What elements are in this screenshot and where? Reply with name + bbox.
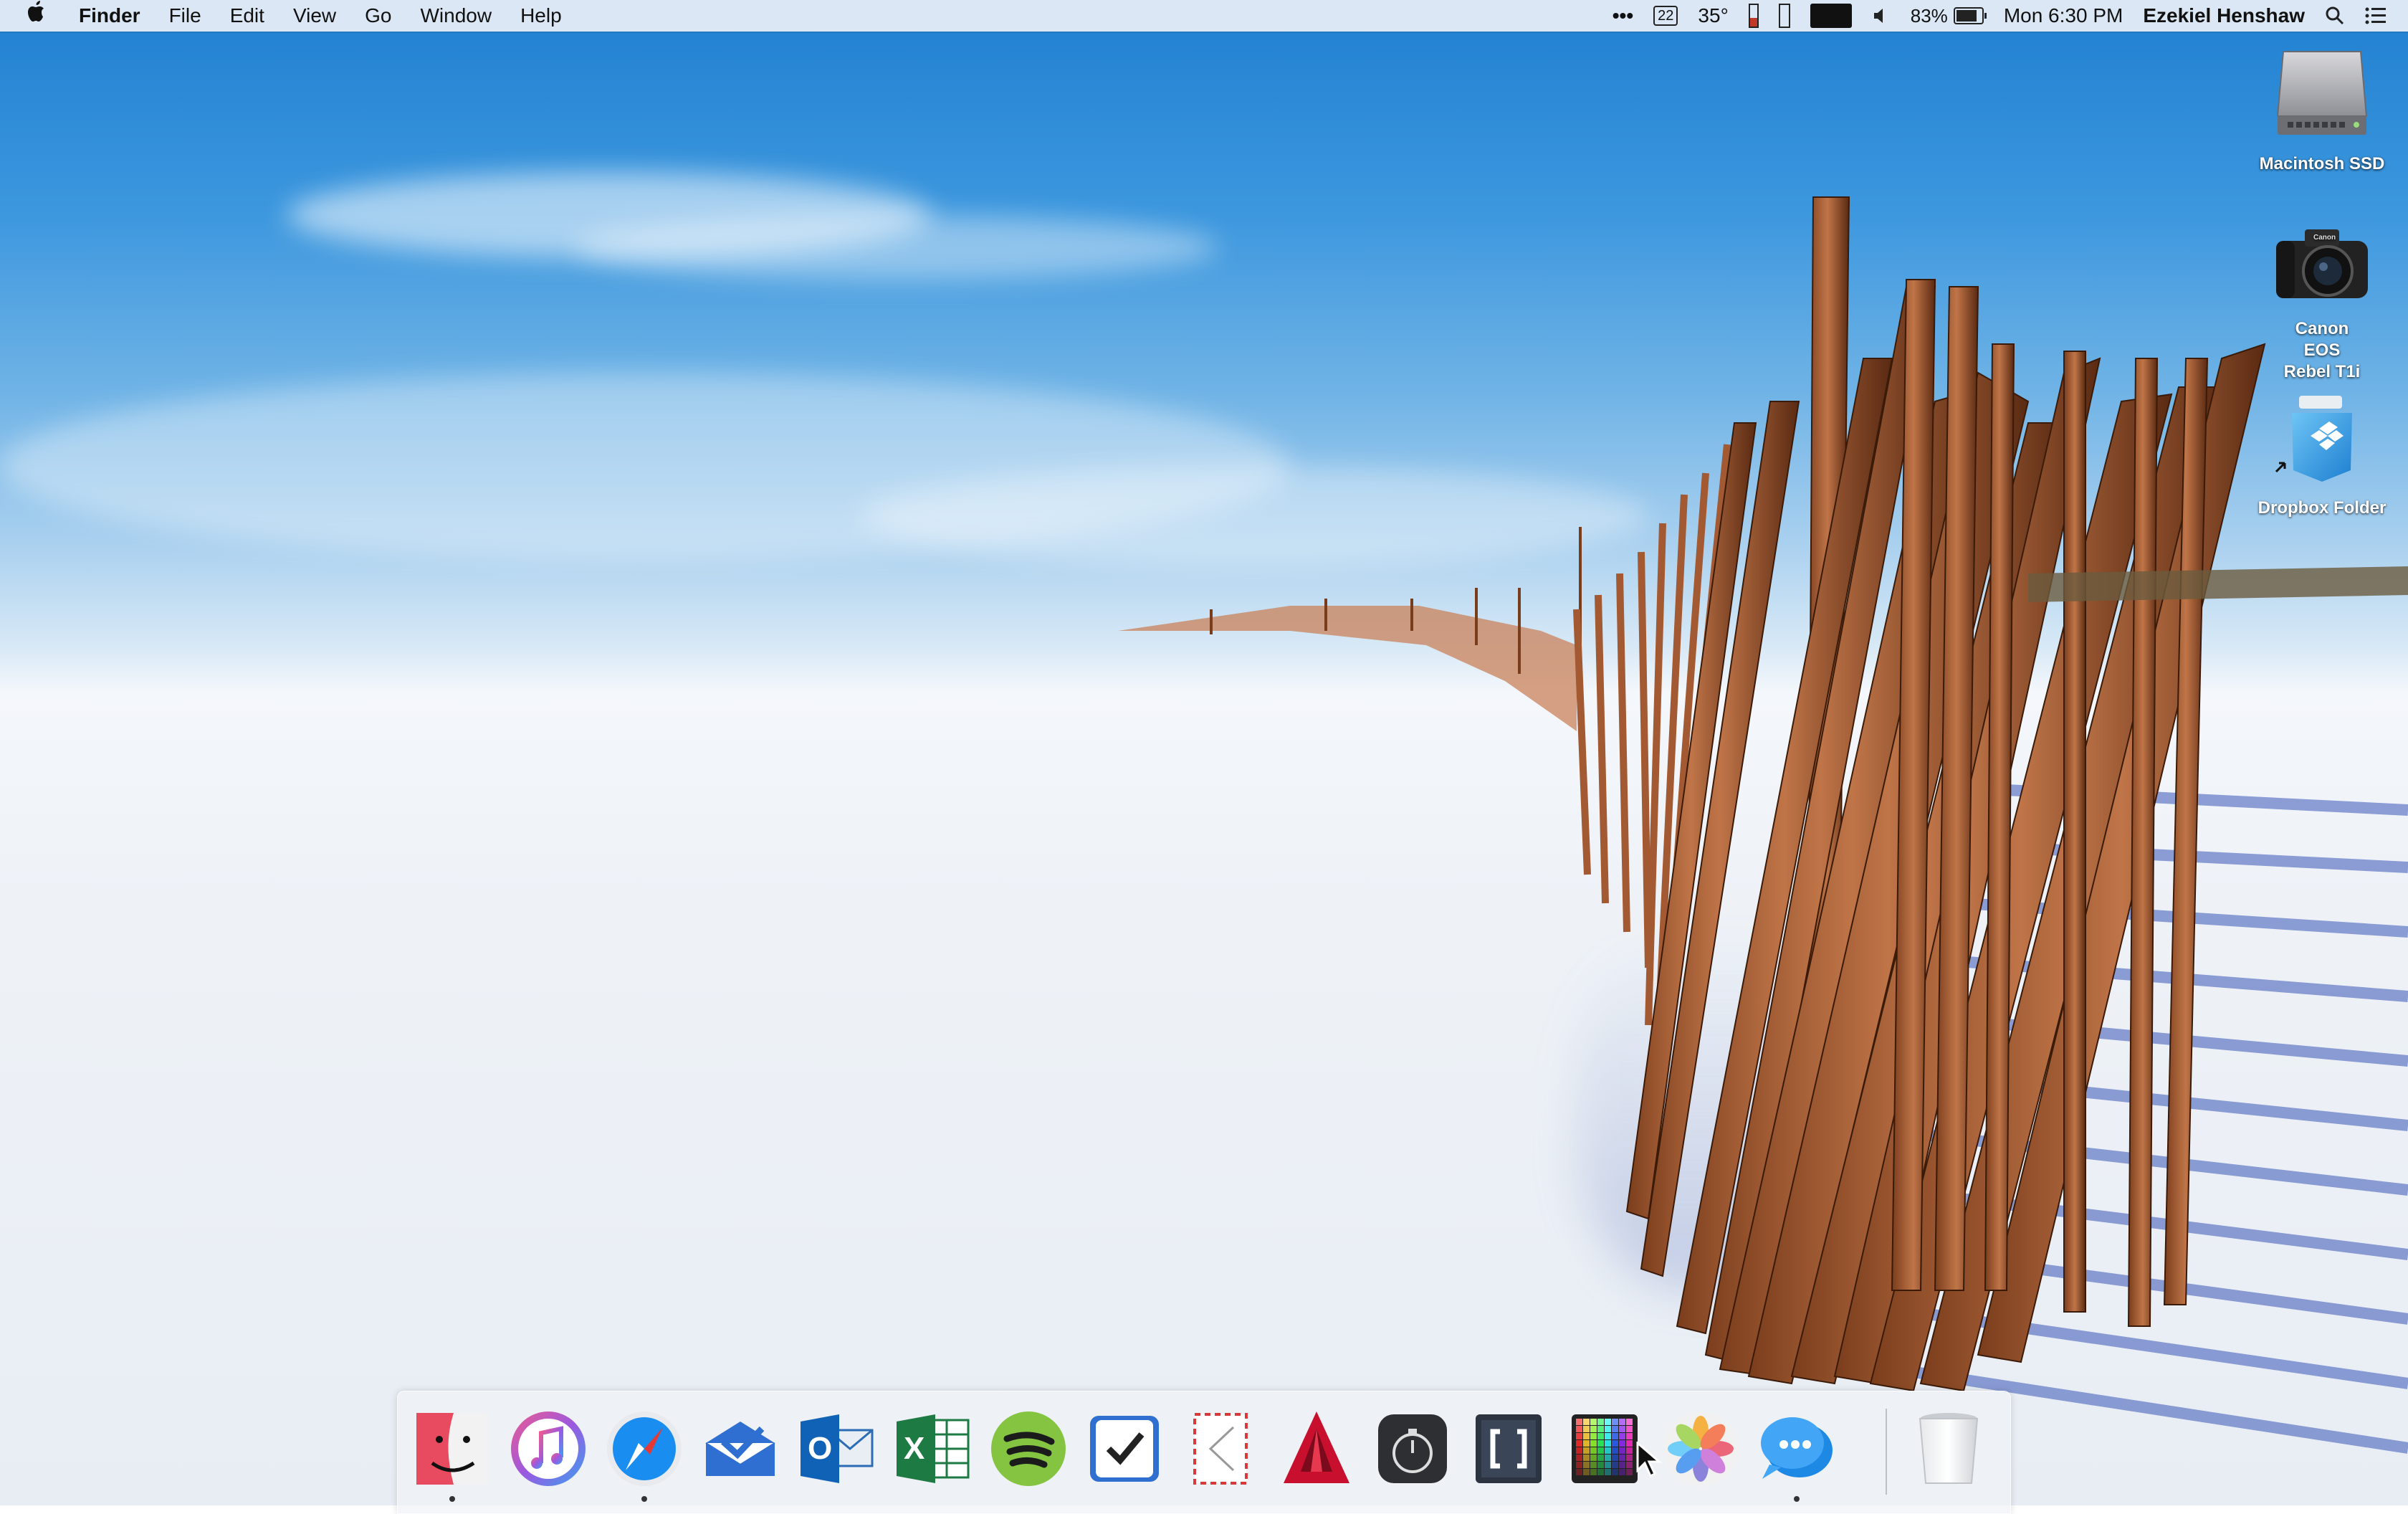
calendar-icon[interactable]: 22 <box>1643 0 1688 32</box>
weather-icon[interactable]: 35° <box>1688 0 1738 32</box>
itunes-icon[interactable] <box>507 1407 590 1490</box>
svg-text:O: O <box>808 1431 832 1466</box>
trash-icon[interactable] <box>1907 1407 1990 1490</box>
svg-text:Canon: Canon <box>2313 234 2336 242</box>
battery-percent: 83% <box>1910 4 1948 27</box>
menu-file[interactable]: File <box>155 0 216 32</box>
menu-bar: Finder File Edit View Go Window Help •••… <box>0 0 2408 32</box>
dropbox-alias-icon <box>2250 393 2394 490</box>
memory-icon[interactable] <box>1739 0 1769 32</box>
desktop-icon-canon-camera[interactable]: Canon Canon EOS Rebel T1i <box>2250 219 2394 383</box>
apple-logo-icon[interactable] <box>0 0 64 32</box>
checkmark-tasks-icon[interactable] <box>1083 1407 1166 1490</box>
snow-fence-illustration <box>1118 196 2408 1454</box>
clock[interactable]: Mon 6:30 PM <box>1994 0 2134 32</box>
desktop-icon-label: Dropbox Folder <box>2258 498 2386 518</box>
desktop-icon-label: Macintosh SSD <box>2259 154 2385 173</box>
desktop-wallpaper <box>0 0 2408 1505</box>
battery-icon[interactable]: 83% <box>1901 0 1994 32</box>
desktop-icon-label: Canon EOS Rebel T1i <box>2283 319 2361 381</box>
cpu-icon[interactable] <box>1769 0 1800 32</box>
safari-running-indicator <box>641 1496 647 1502</box>
weather-temperature: 35° <box>1698 4 1729 27</box>
mouse-cursor-icon <box>1636 1442 1662 1478</box>
camera-icon: Canon <box>2250 219 2394 311</box>
autocad-icon[interactable] <box>1275 1407 1358 1490</box>
volume-icon[interactable] <box>1862 0 1901 32</box>
messages-running-indicator <box>1794 1496 1800 1502</box>
menu-app-name[interactable]: Finder <box>64 0 155 32</box>
spotify-icon[interactable] <box>987 1407 1070 1490</box>
envelope-app-icon[interactable] <box>1179 1407 1262 1490</box>
mail-envelope-check-icon[interactable] <box>699 1407 782 1490</box>
activity-graph-icon[interactable] <box>1800 0 1862 32</box>
desktop-icon-macintosh-ssd[interactable]: Macintosh SSD <box>2250 47 2394 175</box>
brackets-icon[interactable] <box>1467 1407 1550 1490</box>
excel-icon[interactable]: X <box>891 1407 974 1490</box>
safari-icon[interactable] <box>603 1407 686 1490</box>
dock-separator <box>1886 1409 1887 1495</box>
menu-go[interactable]: Go <box>350 0 406 32</box>
messages-icon[interactable] <box>1755 1407 1838 1490</box>
menu-edit[interactable]: Edit <box>216 0 279 32</box>
finder-running-indicator <box>449 1496 455 1502</box>
battery-gauge <box>1953 7 1987 24</box>
svg-text:X: X <box>904 1431 924 1466</box>
notification-center-icon[interactable] <box>2355 0 2408 32</box>
menu-bar-left: Finder File Edit View Go Window Help <box>0 0 576 32</box>
color-grid-icon[interactable] <box>1563 1407 1646 1490</box>
finder-icon[interactable] <box>411 1407 494 1490</box>
outlook-icon[interactable]: O <box>795 1407 878 1490</box>
user-name[interactable]: Ezekiel Henshaw <box>2133 0 2315 32</box>
spotlight-icon[interactable] <box>2315 0 2355 32</box>
hard-drive-icon <box>2250 47 2394 146</box>
photos-icon[interactable] <box>1659 1407 1742 1490</box>
desktop-icon-dropbox-folder[interactable]: Dropbox Folder <box>2250 393 2394 519</box>
more-icon[interactable]: ••• <box>1602 0 1643 32</box>
menu-view[interactable]: View <box>279 0 350 32</box>
dock: O X <box>397 1391 2011 1514</box>
calendar-day: 22 <box>1653 6 1678 26</box>
menu-bar-status-area: ••• 22 35° 83% Mon 6:30 PM Ezekiel Hensh… <box>1602 0 2408 32</box>
menu-window[interactable]: Window <box>406 0 506 32</box>
stopwatch-icon[interactable] <box>1371 1407 1454 1490</box>
menu-help[interactable]: Help <box>506 0 576 32</box>
